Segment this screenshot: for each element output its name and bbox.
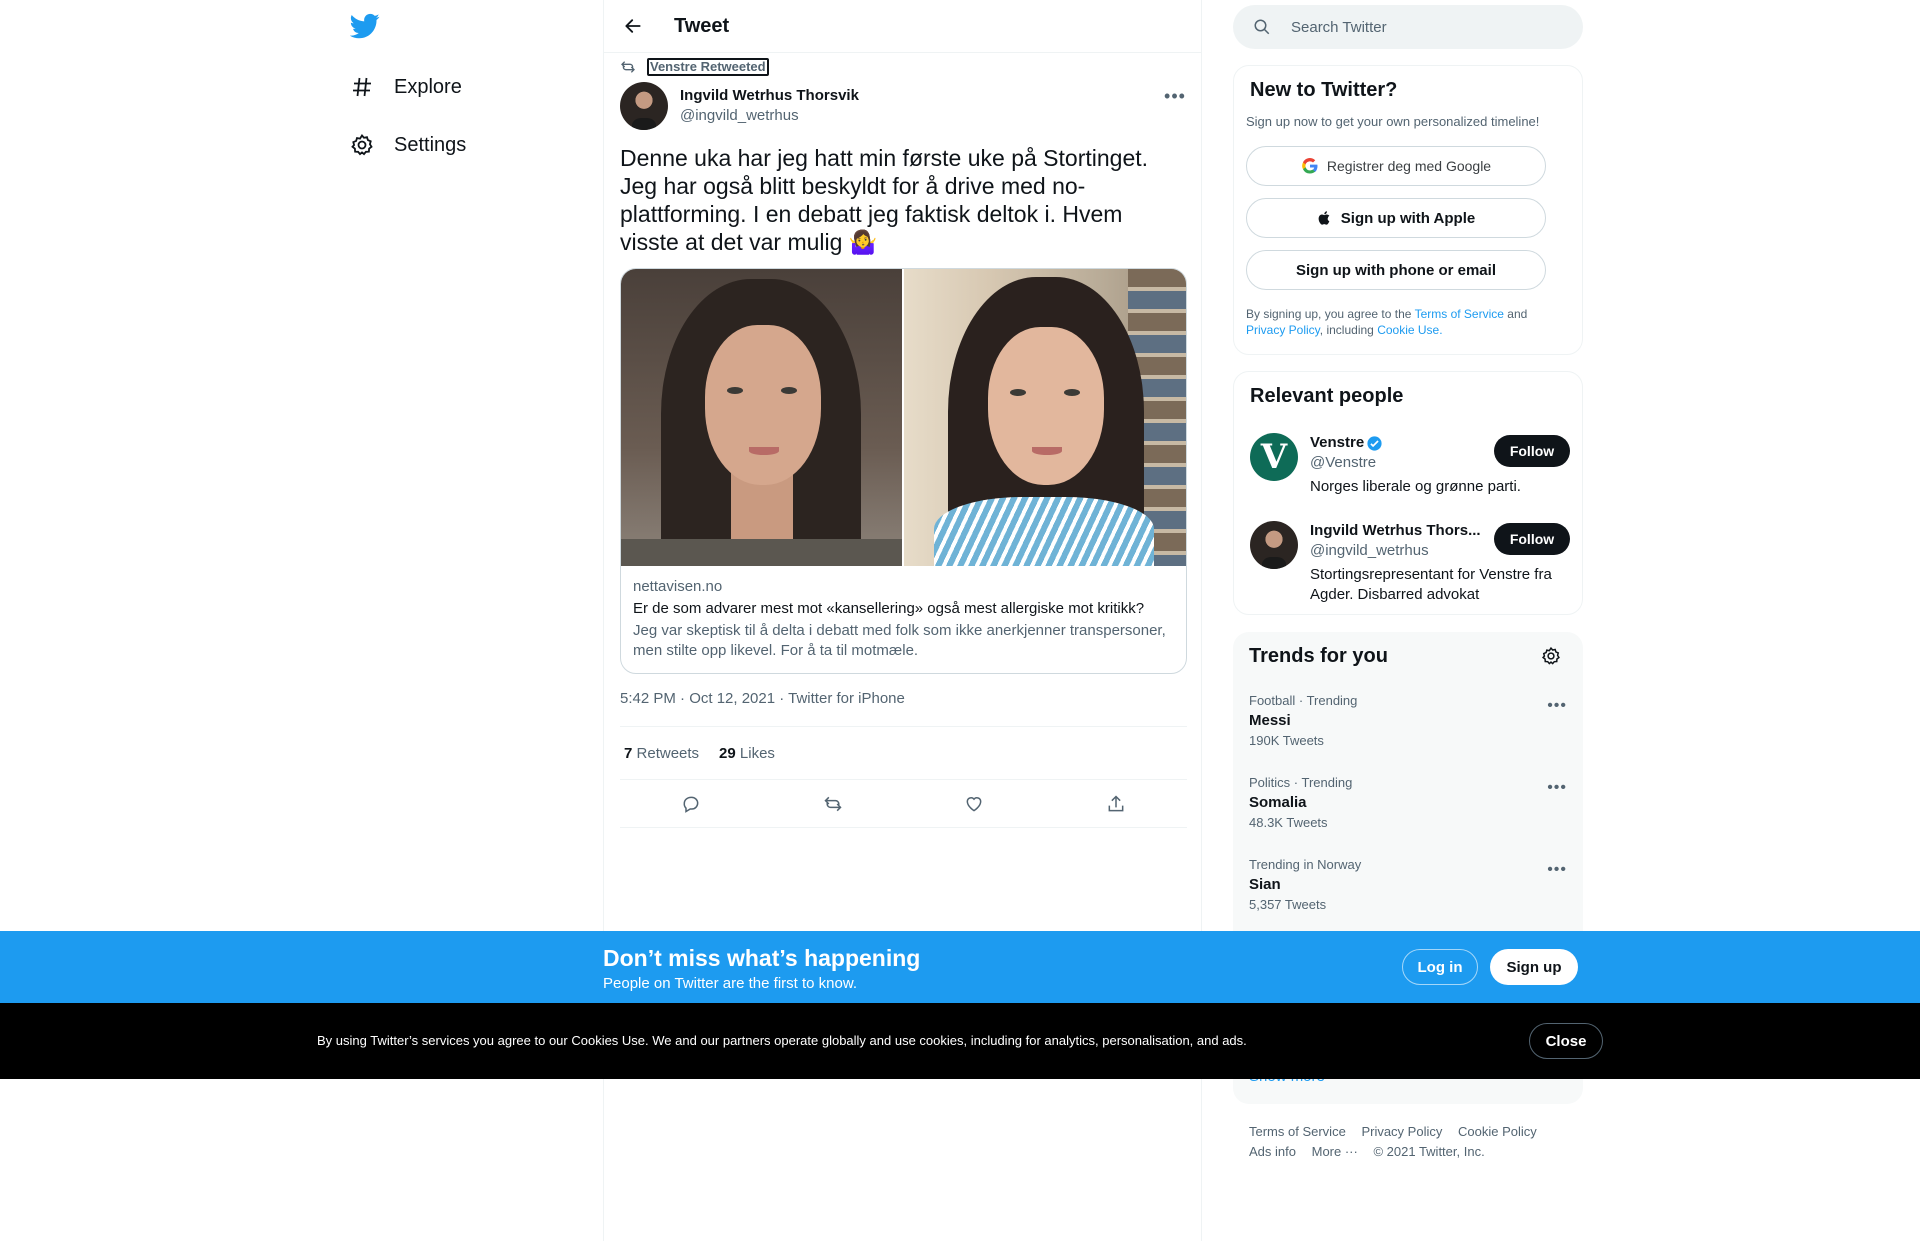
nav-item-settings[interactable]: Settings <box>350 125 466 165</box>
link-preview-card[interactable]: nettavisen.no Er de som advarer mest mot… <box>620 268 1187 674</box>
verified-badge-icon <box>1367 435 1382 451</box>
cookie-text: By using Twitter’s services you agree to… <box>317 1033 1247 1048</box>
search-icon <box>1254 19 1270 35</box>
trend-item[interactable]: Football · Trending Messi 190K Tweets ••… <box>1249 693 1567 749</box>
follow-button[interactable]: Follow <box>1494 523 1570 555</box>
tweet-author[interactable]: Ingvild Wetrhus Thorsvik @ingvild_wetrhu… <box>620 82 859 130</box>
retweets-stat[interactable]: 7 Retweets <box>624 745 699 762</box>
signup-button[interactable]: Sign up <box>1490 949 1578 985</box>
reply-icon <box>683 796 699 813</box>
footer-privacy-link[interactable]: Privacy Policy <box>1361 1124 1442 1139</box>
person-handle[interactable]: @ingvild_wetrhus <box>1310 541 1429 561</box>
share-button[interactable] <box>1099 787 1133 821</box>
page-header: Tweet <box>604 0 1201 53</box>
tweet-timestamp[interactable]: 5:42 PM · Oct 12, 2021 · Twitter for iPh… <box>620 690 905 707</box>
trend-item[interactable]: Politics · Trending Somalia 48.3K Tweets… <box>1249 775 1567 831</box>
search-bar[interactable] <box>1233 5 1583 49</box>
person-name: Venstre <box>1310 434 1365 451</box>
share-icon <box>1108 794 1124 811</box>
panel-title: New to Twitter? <box>1250 79 1398 101</box>
banner-subtitle: People on Twitter are the first to know. <box>603 975 858 992</box>
banner-heading: Don’t miss what’s happening <box>603 945 921 971</box>
new-to-twitter-panel: New to Twitter? Sign up now to get your … <box>1233 65 1583 355</box>
tweet-actions <box>620 780 1187 828</box>
panel-subtitle: Sign up now to get your own personalized… <box>1246 114 1540 129</box>
footer-terms-link[interactable]: Terms of Service <box>1249 1124 1346 1139</box>
retweet-icon <box>621 61 635 73</box>
login-button[interactable]: Log in <box>1402 949 1478 985</box>
signup-banner: Don’t miss what’s happening People on Tw… <box>0 931 1920 1003</box>
likes-stat[interactable]: 29 Likes <box>719 745 775 762</box>
reply-button[interactable] <box>674 787 708 821</box>
apple-icon <box>1318 211 1330 225</box>
tweet-stats: 7 Retweets 29 Likes <box>620 726 1187 780</box>
ellipsis-icon[interactable]: ••• <box>1547 861 1567 879</box>
author-handle[interactable]: @ingvild_wetrhus <box>680 106 859 126</box>
avatar[interactable] <box>620 82 668 130</box>
footer-cookie-link[interactable]: Cookie Policy <box>1458 1124 1537 1139</box>
footer-copyright: © 2021 Twitter, Inc. <box>1373 1144 1485 1159</box>
cookie-use-link[interactable]: Cookie Use. <box>1377 323 1442 337</box>
like-button[interactable] <box>957 787 991 821</box>
gear-icon <box>351 134 373 156</box>
person-handle[interactable]: @Venstre <box>1310 453 1376 473</box>
trend-item[interactable]: Trending in Norway Sian 5,357 Tweets ••• <box>1249 857 1567 913</box>
google-icon <box>1302 157 1318 174</box>
google-signup-button[interactable]: Registrer deg med Google <box>1246 146 1546 186</box>
gear-icon[interactable] <box>1541 646 1561 666</box>
heart-icon <box>966 796 982 812</box>
follow-button[interactable]: Follow <box>1494 435 1570 467</box>
panel-title: Relevant people <box>1250 385 1404 407</box>
retweeted-by-link[interactable]: Venstre Retweeted <box>647 58 769 76</box>
signup-legal-text: By signing up, you agree to the Terms of… <box>1246 307 1528 337</box>
arrow-left-icon <box>625 19 641 33</box>
person-bio: Stortingsrepresentant for Venstre fra Ag… <box>1310 566 1552 603</box>
twitter-bird-icon[interactable] <box>349 11 382 43</box>
person-venstre[interactable]: V Venstre @Venstre Norges liberale og gr… <box>1250 433 1570 495</box>
retweet-button[interactable] <box>816 787 850 821</box>
ellipsis-icon[interactable]: ••• <box>1547 697 1567 715</box>
terms-link[interactable]: Terms of Service <box>1415 307 1504 321</box>
footer-ads-link[interactable]: Ads info <box>1249 1144 1296 1159</box>
card-photo-right <box>904 269 1186 566</box>
card-domain: nettavisen.no <box>633 578 723 595</box>
ellipsis-icon: ••• <box>1164 85 1186 106</box>
retweet-icon <box>824 796 842 811</box>
card-description: Jeg var skeptisk til å delta i debatt me… <box>633 622 1166 659</box>
avatar[interactable] <box>1250 521 1298 569</box>
card-photo-left <box>621 269 902 566</box>
footer-links: Terms of Service Privacy Policy Cookie P… <box>1249 1122 1569 1162</box>
nav-item-explore[interactable]: Explore <box>350 67 462 107</box>
close-button[interactable]: Close <box>1529 1023 1603 1059</box>
relevant-people-panel: Relevant people V Venstre @Venstre Norge… <box>1233 371 1583 615</box>
search-input[interactable] <box>1291 18 1561 36</box>
privacy-link[interactable]: Privacy Policy <box>1246 323 1320 337</box>
back-button[interactable] <box>616 9 650 43</box>
panel-title: Trends for you <box>1249 645 1388 667</box>
nav-item-label: Settings <box>394 133 467 156</box>
ellipsis-icon[interactable]: ••• <box>1547 779 1567 797</box>
cookie-consent-bar: By using Twitter’s services you agree to… <box>0 1003 1920 1079</box>
phone-email-signup-button[interactable]: Sign up with phone or email <box>1246 250 1546 290</box>
nav-item-label: Explore <box>394 75 462 98</box>
person-ingvild[interactable]: Ingvild Wetrhus Thors... @ingvild_wetrhu… <box>1250 521 1570 603</box>
person-name[interactable]: Ingvild Wetrhus Thors... <box>1310 521 1481 541</box>
retweet-context: Venstre Retweeted <box>620 58 769 76</box>
card-image <box>621 269 1186 566</box>
author-name[interactable]: Ingvild Wetrhus Thorsvik <box>680 86 859 106</box>
more-options-button[interactable]: ••• <box>1163 84 1187 108</box>
card-title: Er de som advarer mest mot «kansellering… <box>633 600 1145 617</box>
tweet-text: Denne uka har jeg hatt min første uke på… <box>620 145 1149 255</box>
hashtag-icon <box>353 77 371 97</box>
page-title: Tweet <box>674 14 730 37</box>
apple-signup-button[interactable]: Sign up with Apple <box>1246 198 1546 238</box>
footer-more-link[interactable]: More ··· <box>1312 1144 1358 1159</box>
person-bio: Norges liberale og grønne parti. <box>1310 478 1521 495</box>
avatar[interactable]: V <box>1250 433 1298 481</box>
